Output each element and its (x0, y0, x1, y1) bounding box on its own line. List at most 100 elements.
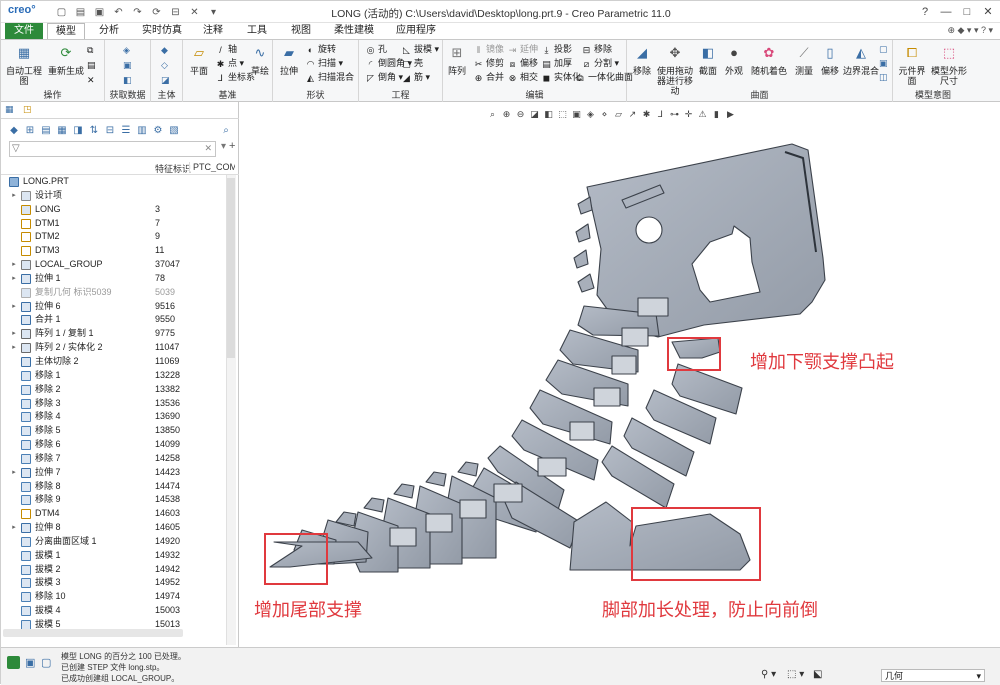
tree-filter-icon[interactable]: ⊞ (23, 124, 37, 138)
tree-row[interactable]: 移除 3 13536 (1, 397, 225, 411)
surface-more-icon[interactable]: ▢ (879, 43, 888, 56)
clear-filter-icon[interactable]: ✕ (204, 143, 212, 154)
open-file-icon[interactable]: ▤ (72, 4, 89, 20)
appearance-button[interactable]: ● 外观 (721, 42, 747, 76)
hole-button[interactable]: ◎ 孔 (365, 43, 387, 56)
folder-browser-tab-icon[interactable]: ◳ (23, 104, 37, 117)
ribbon-options-icon[interactable]: ⊕ ◆ ▾ ▾ ? ▾ (947, 25, 993, 36)
tab-applications[interactable]: 应用程序 (389, 23, 443, 39)
unify-button[interactable]: ⧉ 一体化曲面 (575, 71, 633, 84)
column-feature-id[interactable]: 特征标识 (155, 162, 191, 175)
tree-row[interactable]: ▸ 阵列 1 / 复制 1 9775 (1, 327, 225, 341)
regenerate-icon[interactable]: ⟳ (148, 4, 165, 20)
sweep-button[interactable]: ◠ 扫描 ▾ (305, 57, 343, 70)
tree-row[interactable]: 移除 6 14099 (1, 438, 225, 452)
tree-row[interactable]: 移除 10 14974 (1, 590, 225, 604)
tree-scroll-thumb[interactable] (227, 178, 235, 358)
foot[interactable] (569, 501, 751, 571)
tab-analysis[interactable]: 分析 (93, 23, 125, 39)
tree-search-icon[interactable]: ⌕ (219, 124, 233, 138)
mirror-button[interactable]: ⫴ 镜像 (473, 43, 504, 56)
expand-toggle-icon[interactable]: ▸ (10, 300, 18, 314)
shape-size-button[interactable]: ⬚ 模型外形尺寸 (929, 42, 969, 86)
axis-button[interactable]: / 轴 (215, 43, 237, 56)
tree-row[interactable]: DTM2 9 (1, 230, 225, 244)
customize-qat-icon[interactable]: ▾ (205, 4, 222, 20)
remove2-button[interactable]: ◢ 移除 (629, 42, 655, 76)
close-icon[interactable]: ✕ (979, 3, 997, 20)
random-color-button[interactable]: ✿ 随机着色 (749, 42, 789, 76)
offset-button[interactable]: ⧈ 偏移 (507, 57, 538, 70)
fullscreen-icon[interactable]: ▢ (41, 656, 51, 669)
tree-row[interactable]: 主体切除 2 11069 (1, 355, 225, 369)
redo-icon[interactable]: ↷ (129, 4, 146, 20)
tree-row[interactable]: 拔模 3 14952 (1, 576, 225, 590)
tree-row[interactable]: 移除 7 14258 (1, 452, 225, 466)
tree-horizontal-scrollbar[interactable] (3, 629, 183, 637)
tree-row[interactable]: 移除 4 13690 (1, 410, 225, 424)
model-tree-tab-icon[interactable]: ▦ (5, 104, 19, 117)
tree-row[interactable]: 移除 1 13228 (1, 369, 225, 383)
expand-toggle-icon[interactable]: ▸ (10, 272, 18, 286)
filter-dropdown-icon[interactable]: ▾ (221, 141, 226, 152)
maximize-icon[interactable]: □ (958, 3, 976, 20)
revolve-button[interactable]: ◐ 旋转 (305, 43, 336, 56)
binoculars-icon[interactable]: ⚲ ▾ (761, 669, 776, 680)
component-interface-button[interactable]: ⧠ 元件界面 (895, 42, 929, 86)
tree-row[interactable]: 移除 5 13850 (1, 424, 225, 438)
new-file-icon[interactable]: ▢ (53, 4, 70, 20)
tree-row[interactable]: 复制几何 标识5039 5039 (1, 286, 225, 300)
regenerate-button[interactable]: ⟳ 重新生成 (47, 42, 85, 76)
jaw-support-bump[interactable] (671, 337, 721, 359)
tree-row[interactable]: 分离曲面区域 1 14920 (1, 535, 225, 549)
remove-button[interactable]: ⊟ 移除 (581, 43, 612, 56)
pattern-button[interactable]: ⊞ 阵列 (445, 42, 469, 76)
dinosaur-head[interactable] (586, 143, 826, 338)
tree-row[interactable]: ▸ 拉伸 1 78 (1, 272, 225, 286)
tree-display-icon[interactable]: ▥ (135, 124, 149, 138)
tree-row[interactable]: 合并 1 9550 (1, 313, 225, 327)
expand-toggle-icon[interactable]: ▸ (10, 258, 18, 272)
tree-columns-icon[interactable]: ▤ (39, 124, 53, 138)
tab-flexible-modeling[interactable]: 柔性建模 (327, 23, 381, 39)
selection-filter-dropdown[interactable]: 几何 ▾ (881, 669, 985, 682)
close-window-icon[interactable]: ✕ (186, 4, 203, 20)
offset2-button[interactable]: ▯ 偏移 (817, 42, 843, 76)
swept-blend-button[interactable]: ◭ 扫描混合 (305, 71, 354, 84)
point-button[interactable]: ✱ 点 ▾ (215, 57, 244, 70)
sketch-button[interactable]: ∿ 草绘 (249, 42, 271, 76)
section-button[interactable]: ◧ 截面 (695, 42, 721, 76)
undo-icon[interactable]: ↶ (110, 4, 127, 20)
project-button[interactable]: ⤓ 投影 (541, 43, 573, 56)
tree-row[interactable]: 移除 8 14474 (1, 480, 225, 494)
auto-drawing-button[interactable]: ▦ 自动工程图 (5, 42, 43, 86)
tree-filter-input[interactable]: ▽ ✕ (9, 141, 216, 157)
tree-row[interactable]: ▸ 拉伸 8 14605 (1, 521, 225, 535)
expand-toggle-icon[interactable]: ▸ (10, 189, 18, 203)
plane-button[interactable]: ▱ 平面 (186, 42, 212, 76)
tree-row[interactable]: ▸ 设计项 (1, 189, 225, 203)
tab-annotate[interactable]: 注释 (197, 23, 229, 39)
surface-more3-icon[interactable]: ◫ (879, 71, 888, 84)
rib-button[interactable]: ◢ 筋 ▾ (401, 71, 430, 84)
expand-toggle-icon[interactable]: ▸ (10, 521, 18, 535)
help-icon[interactable]: ? (916, 3, 934, 20)
tree-row[interactable]: 拔模 2 14942 (1, 563, 225, 577)
expand-toggle-icon[interactable]: ▸ (10, 341, 18, 355)
tree-settings-icon[interactable]: ⚙ (151, 124, 165, 138)
tree-row[interactable]: ▸ LOCAL_GROUP 37047 (1, 258, 225, 272)
windows-icon[interactable]: ⊟ (167, 4, 184, 20)
tree-row[interactable]: LONG.PRT (1, 175, 225, 189)
graphics-viewport[interactable]: ⌕ ⊕ ⊖ ◪ ◧ ⬚ ▣ ◈ ⋄ ▱ ↗ ✱ ⅃ ⊶ ✛ ⚠ ▮ ▶ 增加下颚… (240, 102, 1000, 647)
display-toggle-icon[interactable]: ▣ (25, 656, 35, 669)
layers-icon[interactable]: ☰ (119, 124, 133, 138)
shell-button[interactable]: ▢ 壳 (401, 57, 423, 70)
intersect-button[interactable]: ⊗ 相交 (507, 71, 538, 84)
boundary-blend-button[interactable]: ◭ 边界混合 (843, 42, 879, 76)
minimize-icon[interactable]: — (937, 3, 955, 20)
tab-view[interactable]: 视图 (285, 23, 317, 39)
tree-columns2-icon[interactable]: ▧ (167, 124, 181, 138)
extend-button[interactable]: ⇥ 延伸 (507, 43, 538, 56)
tab-simulation[interactable]: 实时仿真 (135, 23, 189, 39)
measure-button[interactable]: ⟋ 测量 (791, 42, 817, 76)
